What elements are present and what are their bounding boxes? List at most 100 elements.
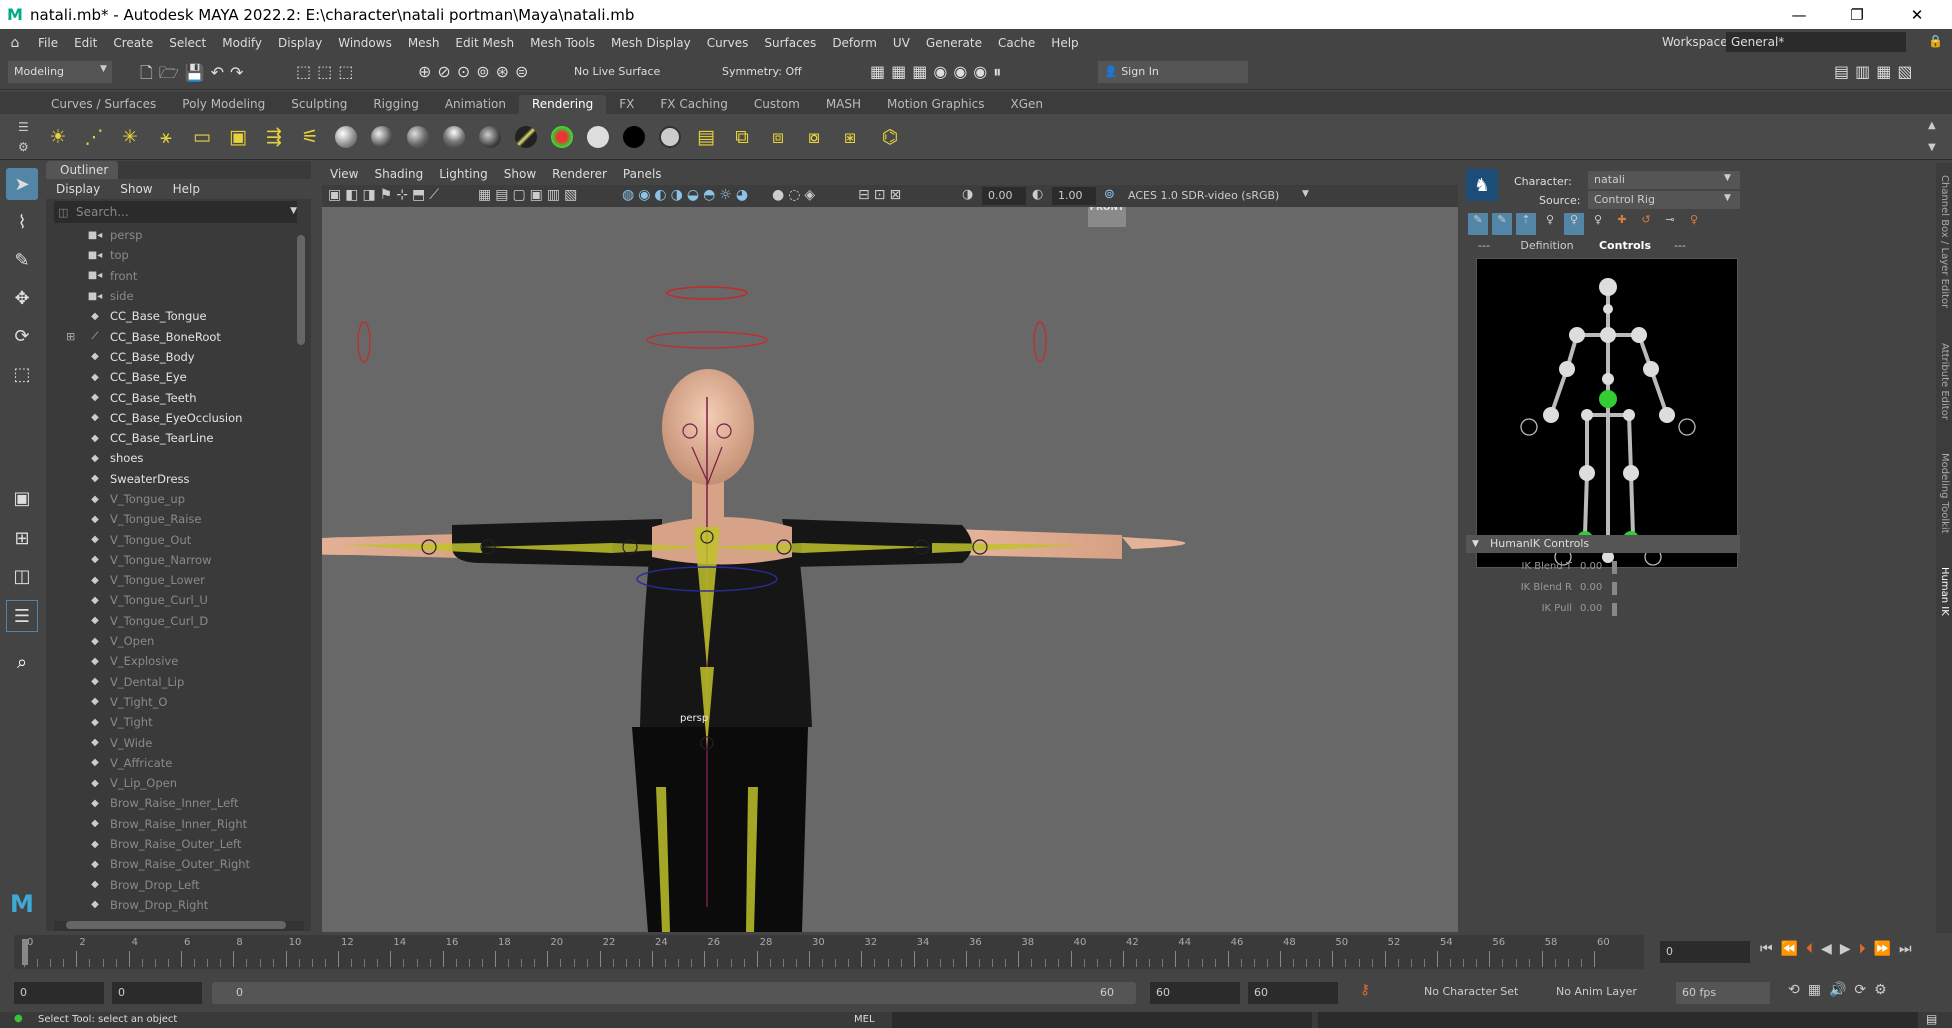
menu-mesh[interactable]: Mesh [400, 36, 448, 50]
menu-uv[interactable]: UV [885, 36, 918, 50]
playhead[interactable] [22, 939, 28, 965]
humanik-character-figure[interactable] [1476, 258, 1738, 568]
outliner-item[interactable]: ◆ V_Wide [46, 732, 311, 752]
outliner-item[interactable]: ◆ Brow_Raise_Outer_Right [46, 854, 311, 874]
tab-sculpting[interactable]: Sculpting [278, 95, 360, 114]
step-forward-key-icon[interactable]: ⏩ [1874, 941, 1899, 957]
go-to-end-icon[interactable]: ⏭ [1899, 941, 1920, 957]
menu-windows[interactable]: Windows [330, 36, 400, 50]
character-dropdown[interactable]: natali [1588, 171, 1740, 189]
slider-handle[interactable] [1612, 561, 1617, 574]
play-back-icon[interactable]: ◀ [1821, 941, 1840, 957]
outliner-item[interactable]: ◆ SweaterDress [46, 469, 311, 489]
outliner-item[interactable]: ■◂ persp [46, 225, 311, 245]
outliner-item[interactable]: ◆ V_Tight [46, 712, 311, 732]
menu-edit-mesh[interactable]: Edit Mesh [447, 36, 522, 50]
outliner-menu-show[interactable]: Show [120, 182, 152, 196]
auto-key-icon[interactable]: ⚷ [1360, 982, 1370, 998]
volume-light-icon[interactable]: ▣ [224, 123, 252, 151]
rotate-tool-icon[interactable]: ⟳ [6, 320, 38, 352]
selection-mode-icon[interactable]: ♀ [1564, 213, 1584, 235]
slider-value[interactable]: 0.00 [1580, 603, 1602, 614]
colorspace-chevron-icon[interactable]: ▼ [1302, 189, 1309, 199]
script-language-label[interactable]: MEL [854, 1014, 875, 1025]
spot-light-icon[interactable]: ⚹ [152, 123, 180, 151]
outliner-vertical-scrollbar[interactable] [297, 235, 305, 345]
render-setup-icon[interactable]: ⌬ [876, 123, 904, 151]
outliner-item[interactable]: ◆ CC_Base_Body [46, 347, 311, 367]
slider-handle[interactable] [1612, 582, 1617, 595]
workspace-dropdown[interactable]: General* [1726, 32, 1906, 52]
render-view-icon[interactable]: ▤ [692, 123, 720, 151]
light-editor-icon[interactable]: ⚟ [296, 123, 324, 151]
viewport-menu-view[interactable]: View [330, 167, 358, 181]
tab-mash[interactable]: MASH [813, 95, 874, 114]
outliner-item[interactable]: ◆ Brow_Raise_Inner_Right [46, 814, 311, 834]
search-dropdown-chevron-icon[interactable]: ▼ [290, 206, 297, 216]
pin-icon[interactable]: ♀ [1588, 213, 1608, 235]
file-tools-icons[interactable]: 🗋🗁💾↶↷ [140, 62, 249, 89]
ramp-shader-icon[interactable] [512, 123, 540, 151]
ao-aa-icons[interactable]: ⊟⊡⊠ [858, 187, 905, 203]
current-frame-field[interactable]: 0 [1660, 941, 1750, 963]
time-ruler[interactable]: 0 2 4 6 8 10 12 14 16 18 20 22 24 26 28 30 32 34 36 38 40 42 4… [14, 935, 1644, 969]
tab-xgen[interactable]: XGen [998, 95, 1057, 114]
menu-surfaces[interactable]: Surfaces [756, 36, 824, 50]
point-light-icon[interactable]: ✳ [116, 123, 144, 151]
outliner-item[interactable]: ◆ CC_Base_TearLine [46, 428, 311, 448]
outliner-item[interactable]: ◆ V_Affricate [46, 753, 311, 773]
home-icon[interactable]: ⌂ [0, 35, 30, 51]
menu-generate[interactable]: Generate [918, 36, 990, 50]
outliner-item[interactable]: ◆ V_Tight_O [46, 692, 311, 712]
playback-start-field[interactable]: 0 [112, 982, 202, 1004]
color-management-icon[interactable]: ⊚ [1104, 187, 1115, 202]
render-settings-icon[interactable]: ⧇ [800, 123, 828, 151]
aistandard-icon[interactable] [548, 123, 576, 151]
outliner-item[interactable]: ◆ Brow_Drop_Left [46, 875, 311, 895]
menu-modify[interactable]: Modify [214, 36, 270, 50]
go-to-start-icon[interactable]: ⏮ [1760, 941, 1781, 957]
viewport-menu-lighting[interactable]: Lighting [439, 167, 488, 181]
outliner-item[interactable]: ◆ V_Tongue_Curl_U [46, 590, 311, 610]
tab-controls[interactable]: Controls [1590, 239, 1660, 255]
panel-layout-icons[interactable]: ▤▥▦▧ [1834, 62, 1918, 81]
command-line-input[interactable] [892, 1012, 1312, 1028]
side-tab-channel-box[interactable]: Channel Box / Layer Editor [1939, 175, 1950, 308]
viewcube[interactable]: FRONT [1088, 207, 1126, 227]
outliner-item[interactable]: ◆ V_Dental_Lip [46, 672, 311, 692]
side-tab-modeling-toolkit[interactable]: Modeling Toolkit [1939, 453, 1950, 534]
shelf-settings-icon[interactable]: ⚙ [18, 140, 29, 154]
outliner-item[interactable]: ◆ V_Tongue_Narrow [46, 550, 311, 570]
stance-icon[interactable]: ♀ [1684, 213, 1704, 235]
outliner-item[interactable]: ◆ V_Explosive [46, 651, 311, 671]
anim-layer-dropdown[interactable]: No Anim Layer [1556, 985, 1637, 998]
tab-poly-modeling[interactable]: Poly Modeling [169, 95, 278, 114]
camera-tools-icons[interactable]: ▣◧◨⚑⊹⬒⟋ [328, 187, 443, 203]
viewport-menu-panels[interactable]: Panels [623, 167, 662, 181]
select-mode-icons[interactable]: ⬚⬚⬚ [296, 62, 359, 81]
source-chevron-icon[interactable]: ▼ [1724, 193, 1731, 203]
slider-value[interactable]: 0.00 [1580, 582, 1602, 593]
render-frame-icon[interactable]: ⧉ [728, 123, 756, 151]
select-effector-alt-icon[interactable]: ✎ [1492, 213, 1512, 235]
slider-value[interactable]: 0.00 [1580, 561, 1602, 572]
source-dropdown[interactable]: Control Rig [1588, 191, 1740, 209]
two-view-layout-icon[interactable]: ◫ [6, 560, 38, 592]
phong-icon[interactable] [404, 123, 432, 151]
shading-icons[interactable]: ◍◉◐◑◒◓☼◕ [622, 187, 752, 203]
area-light-icon[interactable]: ▭ [188, 123, 216, 151]
sign-in-dropdown[interactable]: 👤 Sign In [1098, 61, 1248, 83]
tab-animation[interactable]: Animation [432, 95, 519, 114]
tab-motion-graphics[interactable]: Motion Graphics [874, 95, 998, 114]
close-button[interactable]: ✕ [1894, 0, 1940, 29]
outliner-horizontal-scrollbar[interactable] [54, 921, 304, 931]
tab-rendering[interactable]: Rendering [519, 95, 607, 114]
outliner-item[interactable]: ◆ V_Tongue_Out [46, 529, 311, 549]
playback-option-icons[interactable]: ⟲▦🔊⟳⚙ [1788, 982, 1895, 998]
slider-handle[interactable] [1612, 603, 1617, 616]
outliner-item[interactable]: ■◂ top [46, 245, 311, 265]
outliner-item[interactable]: ⊞ ⟋ CC_Base_BoneRoot [46, 326, 311, 346]
scale-tool-icon[interactable]: ⬚ [6, 358, 38, 390]
single-perspective-layout-icon[interactable]: ▣ [6, 482, 38, 514]
outliner-item[interactable]: ◆ Brow_Raise_Inner_Left [46, 793, 311, 813]
